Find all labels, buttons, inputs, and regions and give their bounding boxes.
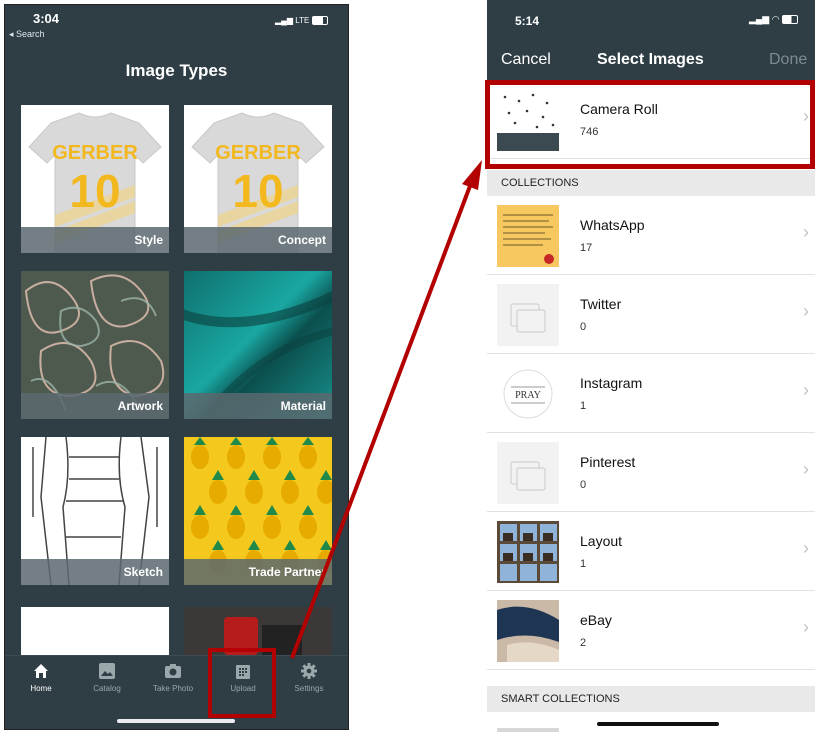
- album-thumbnail: [497, 284, 559, 346]
- status-indicators: ▂▄▆ ◠: [749, 14, 799, 25]
- album-count: 17: [580, 242, 593, 254]
- chevron-right-icon: ›: [803, 222, 809, 242]
- album-row-twitter[interactable]: Twitter 0 ›: [487, 275, 815, 354]
- album-thumbnail: [497, 442, 559, 504]
- section-header-smart-collections: SMART COLLECTIONS: [487, 686, 815, 712]
- status-time: 5:14: [515, 14, 540, 28]
- album-row-pinterest[interactable]: Pinterest 0 ›: [487, 433, 815, 512]
- album-name: Instagram: [580, 375, 643, 391]
- nav-header: 5:14 ▂▄▆ ◠ Cancel Select Images Done: [487, 0, 815, 80]
- album-name: WhatsApp: [580, 217, 645, 233]
- album-count: 0: [580, 479, 587, 491]
- chevron-right-icon: ›: [803, 301, 809, 321]
- chevron-right-icon: ›: [803, 380, 809, 400]
- album-count: 0: [580, 321, 587, 333]
- album-thumbnail: [497, 600, 559, 662]
- album-row-instagram[interactable]: PRAY Instagram 1 ›: [487, 354, 815, 433]
- album-row-layout[interactable]: Layout 1 ›: [487, 512, 815, 591]
- album-name: Twitter: [580, 296, 622, 312]
- chevron-right-icon: ›: [803, 617, 809, 637]
- album-thumbnail: PRAY: [497, 363, 559, 425]
- battery-icon: [782, 15, 799, 25]
- album-thumbnail: [497, 521, 559, 583]
- done-button[interactable]: Done: [769, 51, 807, 69]
- chevron-right-icon: ›: [803, 459, 809, 479]
- section-header-collections: COLLECTIONS: [487, 170, 815, 196]
- chevron-right-icon: ›: [803, 538, 809, 558]
- album-row-ebay[interactable]: eBay 2 ›: [487, 591, 815, 670]
- wifi-icon: ◠: [771, 14, 780, 24]
- album-name: Layout: [580, 533, 623, 549]
- album-count: 1: [580, 558, 587, 570]
- cancel-button[interactable]: Cancel: [501, 51, 551, 69]
- album-count: 1: [580, 400, 587, 412]
- nav-title: Select Images: [597, 51, 704, 68]
- signal-icon: ▂▄▆: [749, 14, 770, 24]
- album-row-whatsapp[interactable]: WhatsApp 17 ›: [487, 196, 815, 275]
- album-name: eBay: [580, 612, 612, 628]
- camera-roll-highlight-box: [485, 80, 815, 169]
- album-thumbnail: [497, 205, 559, 267]
- album-name: Pinterest: [580, 454, 636, 470]
- home-indicator: [597, 722, 719, 726]
- album-thumbnail-partial: [497, 728, 559, 732]
- album-count: 2: [580, 637, 587, 649]
- thumb-text: PRAY: [515, 390, 541, 401]
